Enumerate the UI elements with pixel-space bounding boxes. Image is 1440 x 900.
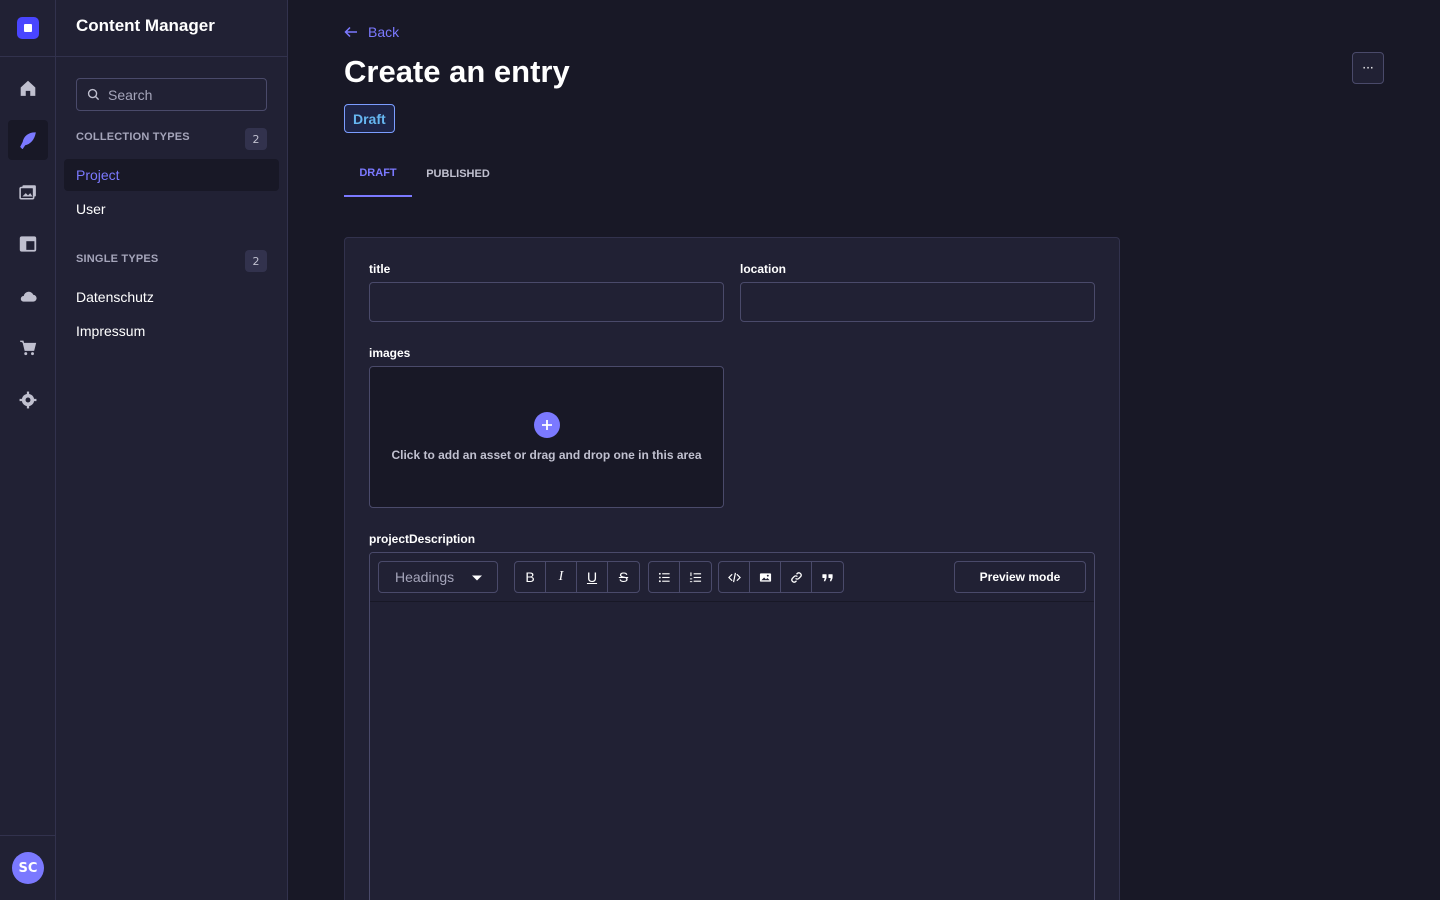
- search-icon: [87, 88, 100, 101]
- code-button[interactable]: [719, 562, 750, 592]
- cloud-icon[interactable]: [8, 276, 48, 316]
- sidebar-item-impressum[interactable]: Impressum: [64, 315, 279, 347]
- strikethrough-button[interactable]: S: [608, 562, 639, 592]
- numbered-list-icon: [689, 571, 702, 582]
- rail-divider: [0, 56, 56, 57]
- arrow-left-icon: [344, 26, 357, 38]
- back-label: Back: [368, 24, 400, 40]
- back-link[interactable]: Back: [344, 24, 399, 40]
- layout-icon[interactable]: [8, 224, 48, 264]
- sidebar-item-datenschutz[interactable]: Datenschutz: [64, 281, 279, 313]
- images-label: images: [369, 346, 411, 360]
- plus-circle-icon: [533, 412, 560, 438]
- code-icon: [727, 572, 741, 582]
- link-icon: [790, 571, 802, 583]
- media-library-icon[interactable]: [8, 172, 48, 212]
- content-manager-subnav: Content Manager Search COLLECTION TYPES …: [56, 0, 288, 900]
- text-format-group: B I U S: [514, 561, 640, 593]
- images-dropzone[interactable]: Click to add an asset or drag and drop o…: [369, 366, 724, 508]
- bold-button[interactable]: B: [515, 562, 546, 592]
- tab-published[interactable]: PUBLISHED: [418, 150, 498, 197]
- gear-icon[interactable]: [8, 380, 48, 420]
- more-actions-button[interactable]: ···: [1352, 52, 1384, 84]
- sidebar-item-user[interactable]: User: [64, 193, 279, 225]
- list-group: [648, 561, 712, 593]
- rail-divider: [0, 835, 56, 836]
- insert-group: [718, 561, 844, 593]
- collection-types-count: 2: [245, 128, 267, 150]
- numbered-list-button[interactable]: [680, 562, 711, 592]
- description-label: projectDescription: [369, 532, 476, 546]
- subnav-divider: [56, 56, 288, 57]
- bullet-list-icon: [658, 572, 670, 582]
- headings-select-label: Headings: [395, 569, 455, 585]
- cart-icon[interactable]: [8, 328, 48, 368]
- page-title: Create an entry: [344, 54, 570, 89]
- underline-button[interactable]: U: [577, 562, 608, 592]
- sidebar-item-project[interactable]: Project: [64, 159, 279, 191]
- location-field[interactable]: [740, 282, 1095, 322]
- feather-icon[interactable]: [8, 120, 48, 160]
- subnav-title: Content Manager: [76, 16, 215, 35]
- title-label: title: [369, 262, 391, 276]
- link-button[interactable]: [781, 562, 812, 592]
- location-label: location: [740, 262, 787, 276]
- italic-button[interactable]: I: [546, 562, 577, 592]
- headings-select[interactable]: Headings: [378, 561, 498, 593]
- editor-toolbar: Headings B I U S Preview mode: [370, 553, 1094, 601]
- search-input[interactable]: Search: [76, 78, 267, 111]
- image-icon: [759, 572, 771, 582]
- title-field[interactable]: [369, 282, 724, 322]
- bullet-list-button[interactable]: [649, 562, 680, 592]
- status-badge: Draft: [344, 104, 395, 133]
- logo-icon[interactable]: [17, 17, 39, 39]
- preview-mode-button[interactable]: Preview mode: [954, 561, 1086, 593]
- main-nav-rail: SC: [0, 0, 56, 900]
- tab-draft[interactable]: DRAFT: [344, 150, 412, 197]
- single-types-label: SINGLE TYPES: [76, 253, 159, 265]
- dropzone-prompt: Click to add an asset or drag and drop o…: [391, 448, 702, 462]
- markdown-editor: Headings B I U S Preview mode: [369, 552, 1095, 900]
- single-types-count: 2: [245, 250, 267, 272]
- quote-button[interactable]: [812, 562, 843, 592]
- avatar[interactable]: SC: [12, 852, 44, 884]
- collection-types-label: COLLECTION TYPES: [76, 131, 190, 143]
- home-icon[interactable]: [8, 68, 48, 108]
- image-button[interactable]: [750, 562, 781, 592]
- search-placeholder: Search: [108, 86, 153, 103]
- editor-text-area[interactable]: [370, 601, 1094, 900]
- quote-icon: [822, 573, 833, 581]
- chevron-down-icon: [472, 575, 482, 581]
